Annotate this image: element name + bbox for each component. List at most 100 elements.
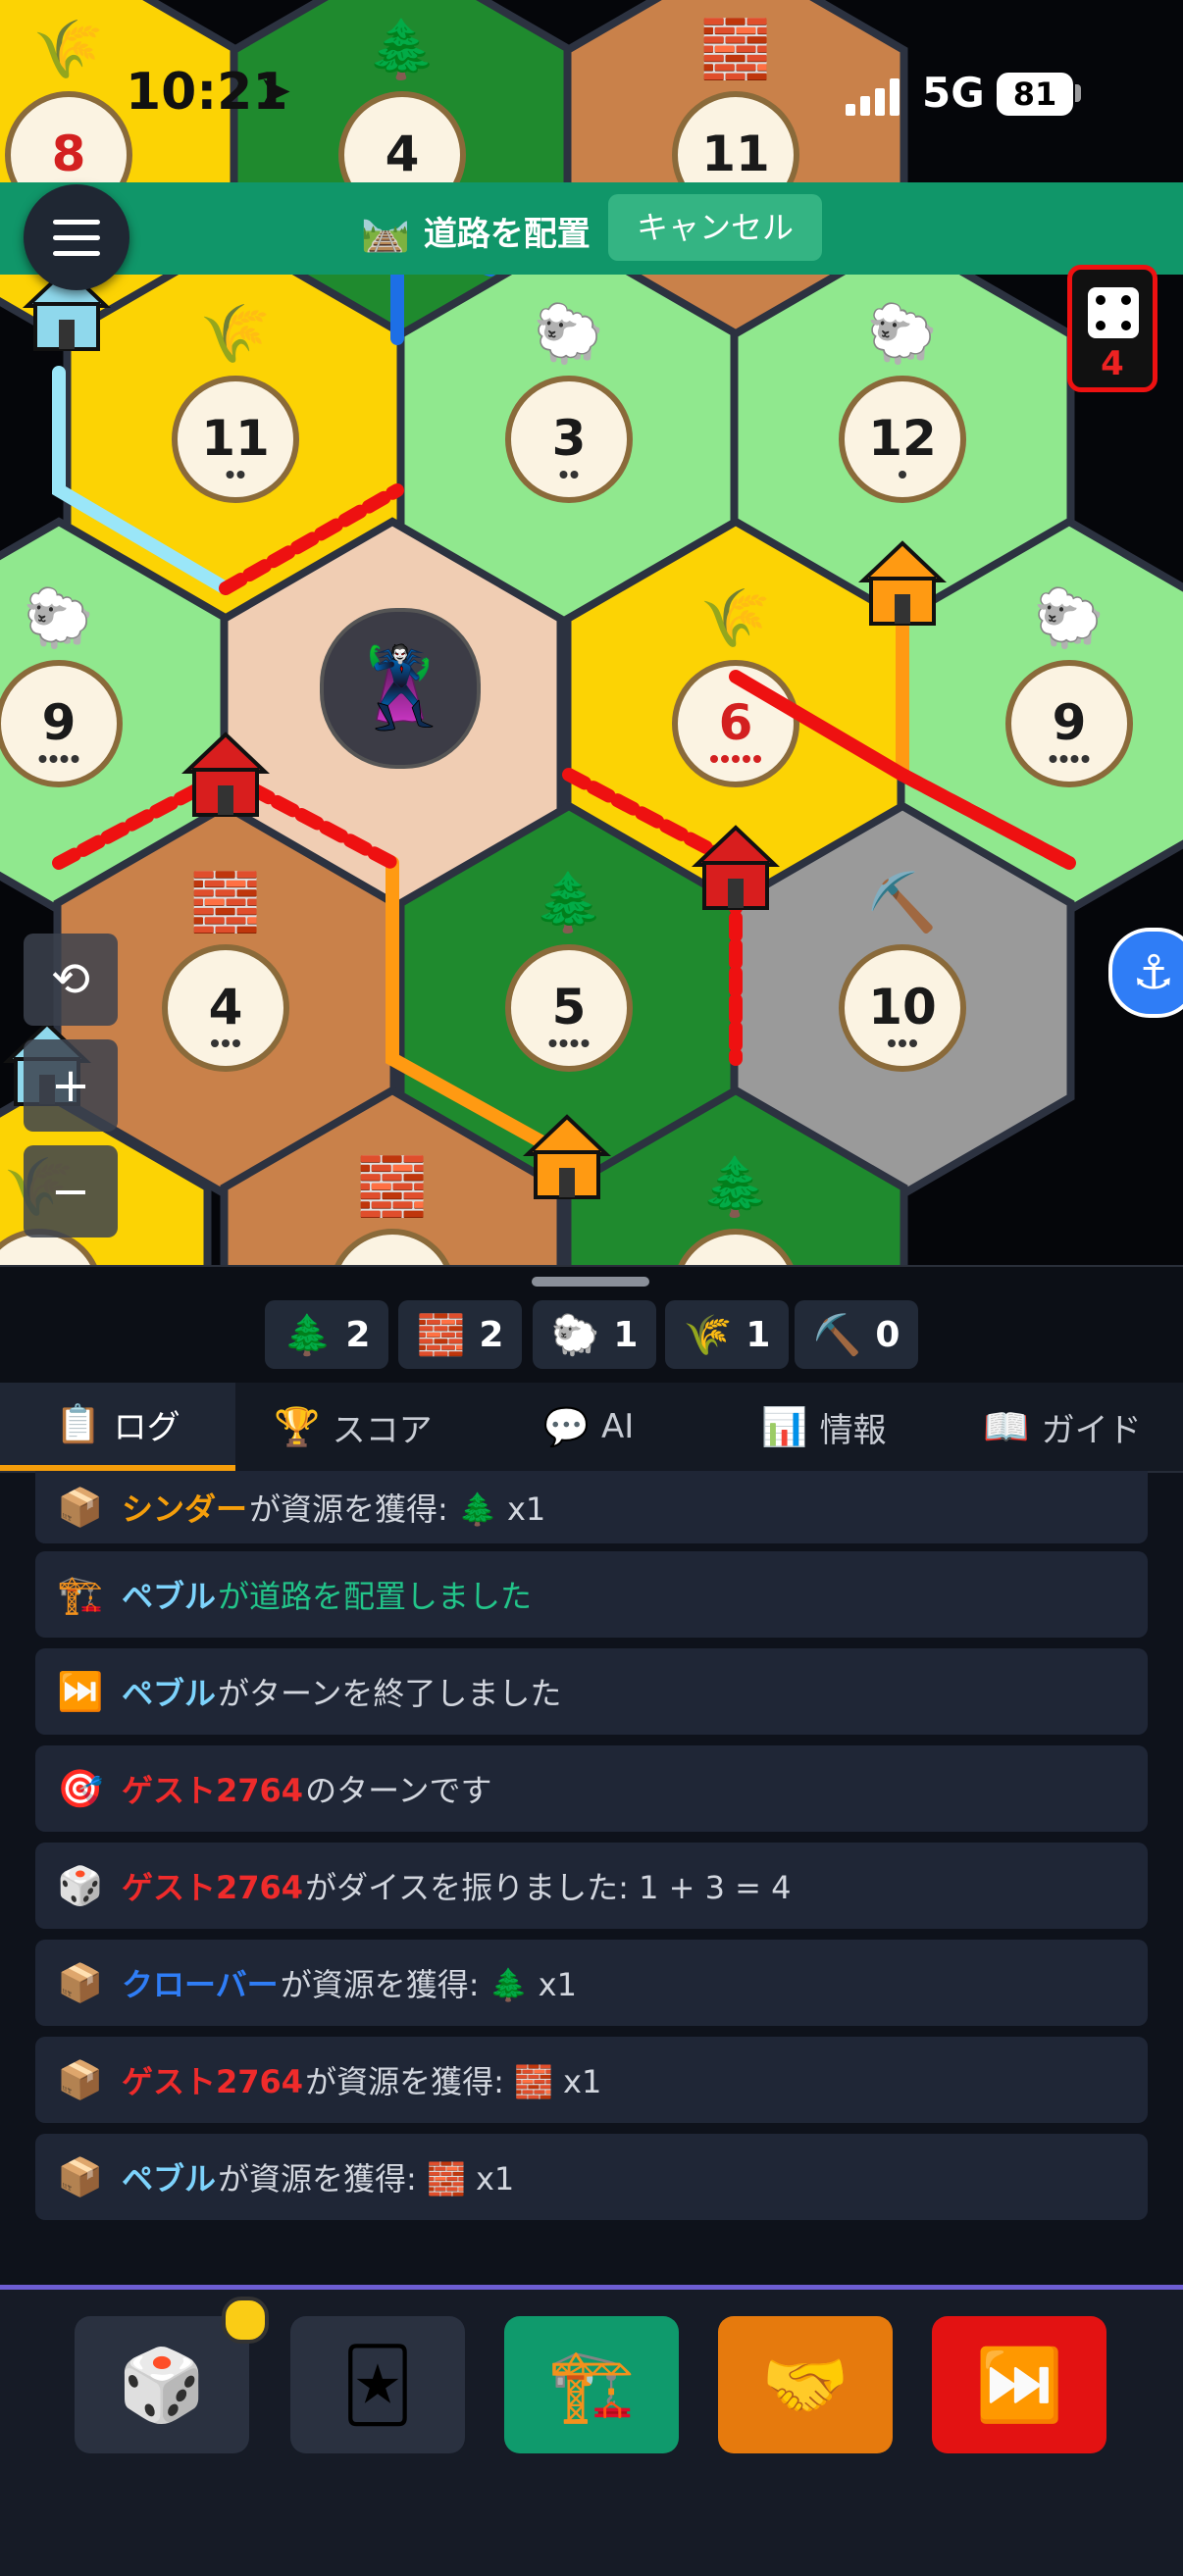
token-number: 5: [552, 979, 587, 1035]
trade-button[interactable]: 🤝: [718, 2316, 893, 2453]
sheep-icon: 🐑: [534, 299, 604, 367]
dev-card-button[interactable]: 🃏: [290, 2316, 465, 2453]
resource-ore: ⛏️ 0: [795, 1300, 918, 1369]
trophy-icon: 🏆: [274, 1405, 320, 1449]
harbor-anchor-icon[interactable]: ⚓: [1108, 928, 1183, 1018]
tab-info[interactable]: 📊 情報: [706, 1383, 942, 1471]
target-icon: 🎯: [57, 1767, 114, 1811]
sheep-icon: 🐑: [551, 1312, 600, 1358]
resource-count: 2: [479, 1315, 503, 1355]
notification-dot: [222, 2297, 269, 2344]
token-number: 6: [719, 694, 753, 751]
log-entry: 🎲 ゲスト2764 がダイスを振りました: 1 + 3 = 4: [35, 1843, 1148, 1929]
token-number: 4: [386, 126, 420, 182]
token-number: 9: [42, 694, 77, 751]
player-name: ゲスト2764: [122, 1863, 303, 1908]
log-entry: 📦 ペブル が資源を獲得: 🧱 x1: [35, 2134, 1148, 2220]
tab-guide[interactable]: 📖 ガイド: [942, 1383, 1183, 1471]
brick-icon: 🧱: [417, 1312, 466, 1358]
log-text: が資源を獲得: 🌲 x1: [249, 1485, 545, 1530]
ore-icon: ⛏️: [867, 869, 938, 935]
log-text: がターンを終了しました: [218, 1669, 561, 1714]
probability-pip: [888, 1039, 896, 1047]
probability-pip: [710, 755, 718, 763]
log-text: が資源を獲得: 🧱 x1: [218, 2154, 514, 2199]
tab-label: AI: [601, 1407, 634, 1446]
robber-avatar: 🦹: [320, 608, 481, 769]
probability-pip: [232, 1039, 240, 1047]
wood-icon: 🌲: [534, 869, 604, 935]
build-button[interactable]: 🏗️: [504, 2316, 679, 2453]
token-number: 4: [209, 979, 243, 1035]
token-number: 11: [201, 410, 270, 467]
end-turn-button[interactable]: ⏭️: [932, 2316, 1106, 2453]
log-text: が道路を配置しました: [218, 1572, 532, 1617]
probability-pip: [1082, 755, 1090, 763]
roll-dice-button[interactable]: 🎲: [75, 2316, 249, 2453]
probability-pip: [582, 1039, 590, 1047]
last-roll-indicator: 4: [1067, 265, 1157, 392]
player-name: クローバー: [122, 1960, 279, 2005]
probability-pip: [1060, 755, 1068, 763]
player-name: ペブル: [122, 2154, 216, 2199]
tab-label: 情報: [820, 1403, 887, 1451]
action-label: 道路を配置: [424, 207, 591, 255]
probability-pip: [721, 755, 729, 763]
token-number: 8: [52, 126, 86, 182]
log-entry: 📦 ゲスト2764 が資源を獲得: 🧱 x1: [35, 2037, 1148, 2123]
probability-pip: [237, 471, 245, 479]
token-number: 10: [868, 979, 937, 1035]
tab-label: ログ: [114, 1400, 180, 1448]
wheat-icon: 🌾: [200, 300, 271, 367]
tab-score[interactable]: 🏆 スコア: [235, 1383, 471, 1471]
resource-wheat: 🌾 1: [665, 1300, 789, 1369]
probability-pip: [899, 1039, 906, 1047]
resource-count: 1: [613, 1315, 638, 1355]
probability-pip: [560, 1039, 568, 1047]
log-text: が資源を獲得: 🧱 x1: [305, 2057, 601, 2102]
zoom-in-button[interactable]: +: [24, 1039, 118, 1132]
probability-pip: [72, 755, 79, 763]
probability-pip: [211, 1039, 219, 1047]
drag-handle[interactable]: [532, 1277, 649, 1287]
log-text: のターンです: [305, 1766, 491, 1811]
resource-count: 0: [875, 1315, 900, 1355]
reset-view-button[interactable]: ⟲: [24, 934, 118, 1026]
chat-icon: 💬: [543, 1405, 590, 1449]
package-icon: 📦: [57, 2058, 114, 2102]
brick-icon: 🧱: [357, 1153, 428, 1220]
probability-pip: [50, 755, 58, 763]
tree-icon: 🌲: [283, 1312, 333, 1358]
action-prompt: 🛤️ 道路を配置: [361, 206, 591, 255]
resource-wood: 🌲 2: [265, 1300, 388, 1369]
construction-icon: 🏗️: [57, 1573, 114, 1617]
action-bar: [0, 182, 1183, 275]
probability-pip: [39, 755, 47, 763]
clipboard-icon: 📋: [55, 1402, 101, 1446]
sheep-icon: 🐑: [1034, 583, 1105, 651]
player-name: ペブル: [122, 1572, 216, 1617]
probability-pip: [743, 755, 750, 763]
probability-pip: [1071, 755, 1079, 763]
brick-icon: 🧱: [700, 16, 771, 82]
log-entry: 📦 クローバー が資源を獲得: 🌲 x1: [35, 1940, 1148, 2026]
brick-icon: 🧱: [190, 869, 261, 935]
tab-label: ガイド: [1042, 1403, 1142, 1451]
log-text: が資源を獲得: 🌲 x1: [281, 1960, 577, 2005]
probability-pip: [571, 1039, 579, 1047]
log-entry: 🎯 ゲスト2764 のターンです: [35, 1745, 1148, 1832]
last-roll-value: 4: [1072, 344, 1153, 383]
resource-count: 1: [746, 1315, 770, 1355]
road-icon: 🛤️: [361, 208, 410, 254]
dice-icon: 🎲: [57, 1864, 114, 1908]
resource-sheep: 🐑 1: [533, 1300, 656, 1369]
next-track-icon: ⏭️: [57, 1670, 114, 1714]
menu-button[interactable]: [24, 184, 129, 290]
probability-pip: [549, 1039, 557, 1047]
tab-log[interactable]: 📋 ログ: [0, 1383, 235, 1471]
resource-count: 2: [345, 1315, 370, 1355]
zoom-out-button[interactable]: −: [24, 1145, 118, 1237]
bar-chart-icon: 📊: [761, 1405, 807, 1449]
tab-ai[interactable]: 💬 AI: [471, 1383, 706, 1471]
cancel-button[interactable]: キャンセル: [608, 194, 822, 261]
